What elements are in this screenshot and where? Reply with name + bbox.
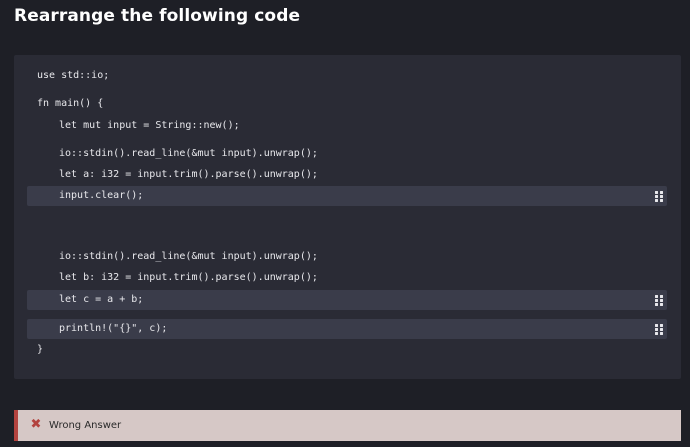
code-line-text: io::stdin().read_line(&mut input).unwrap… xyxy=(59,148,318,159)
result-alert: ✖ Wrong Answer xyxy=(14,410,681,441)
code-line: io::stdin().read_line(&mut input).unwrap… xyxy=(27,144,667,164)
code-line-text: fn main() { xyxy=(37,98,104,109)
result-message: Wrong Answer xyxy=(49,420,122,431)
code-line: io::stdin().read_line(&mut input).unwrap… xyxy=(27,247,667,267)
code-line-text: let mut input = String::new(); xyxy=(59,120,240,131)
code-panel: use std::io; fn main() { let mut input =… xyxy=(14,55,681,379)
code-line-text: io::stdin().read_line(&mut input).unwrap… xyxy=(59,251,318,262)
code-line: } xyxy=(27,340,667,360)
draggable-code-block[interactable]: let c = a + b; xyxy=(27,290,667,310)
draggable-code-block[interactable]: println!("{}", c); xyxy=(27,319,667,339)
draggable-code-block[interactable]: input.clear(); xyxy=(27,186,667,206)
code-line: let b: i32 = input.trim().parse().unwrap… xyxy=(27,268,667,288)
code-line-text: println!("{}", c); xyxy=(59,323,168,334)
code-line: fn main() { xyxy=(27,94,667,114)
code-line: let mut input = String::new(); xyxy=(27,116,667,136)
page: Rearrange the following code use std::io… xyxy=(0,0,690,447)
drag-handle-icon[interactable] xyxy=(655,295,663,306)
page-title: Rearrange the following code xyxy=(14,6,301,26)
code-line-text: let a: i32 = input.trim().parse().unwrap… xyxy=(59,169,318,180)
code-line-text: let b: i32 = input.trim().parse().unwrap… xyxy=(59,272,318,283)
code-line-text: } xyxy=(37,344,44,355)
code-line-text: use std::io; xyxy=(37,70,110,81)
drag-handle-icon[interactable] xyxy=(655,324,663,335)
drag-handle-icon[interactable] xyxy=(655,191,663,202)
code-line-text: input.clear(); xyxy=(59,190,144,201)
close-icon: ✖ xyxy=(30,417,42,432)
code-line: use std::io; xyxy=(27,66,667,86)
code-line: let a: i32 = input.trim().parse().unwrap… xyxy=(27,165,667,185)
code-line-text: let c = a + b; xyxy=(59,294,144,305)
